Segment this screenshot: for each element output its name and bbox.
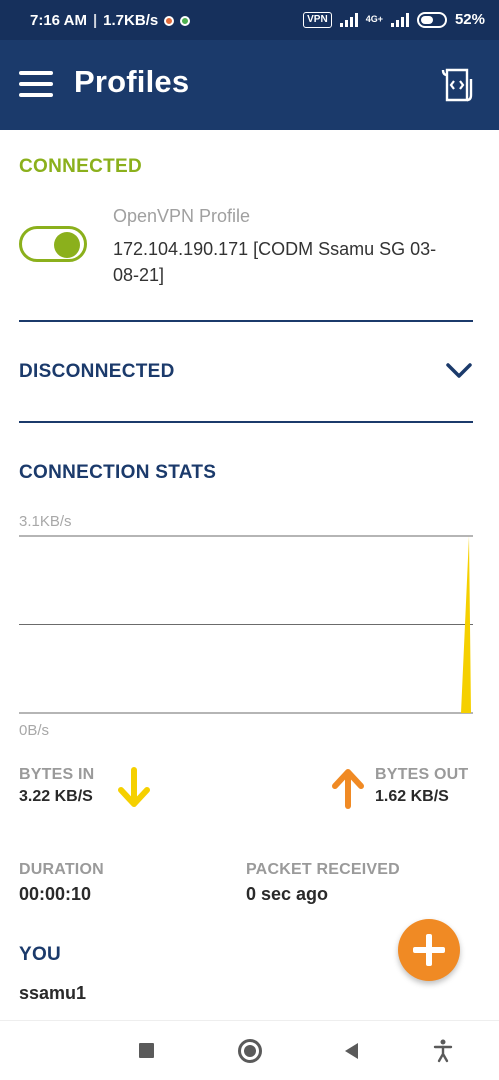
system-nav-bar (0, 1020, 499, 1080)
profile-name[interactable]: OpenVPN Profile (113, 206, 250, 227)
duration-value: 00:00:10 (19, 884, 92, 904)
status-speed: 1.7KB/s (103, 12, 159, 29)
battery-percent: 52% (454, 11, 485, 28)
notification-icon (164, 15, 175, 26)
vpn-badge: VPN (303, 11, 332, 28)
network-type: 4G+ (365, 14, 383, 24)
packet-received-label: PACKET RECEIVED (246, 861, 400, 878)
back-icon[interactable] (343, 1042, 359, 1060)
traffic-chart (19, 535, 473, 714)
bytes-out-value: 1.62 KB/S (375, 788, 449, 805)
add-profile-button[interactable] (398, 919, 460, 981)
status-right: VPN 4G+ 52% (303, 11, 485, 28)
status-time: 7:16 AM (30, 12, 87, 29)
connection-stats-header: CONNECTION STATS (19, 462, 217, 483)
disconnected-header[interactable]: DISCONNECTED (19, 361, 175, 383)
packet-received-value: 0 sec ago (246, 884, 329, 904)
accessibility-icon[interactable] (433, 1039, 453, 1063)
signal-icon (390, 12, 409, 27)
page-title: Profiles (74, 64, 190, 99)
profile-detail[interactable]: 172.104.190.171 [CODM Ssamu SG 03-08-21] (113, 236, 453, 288)
chevron-down-icon[interactable] (445, 361, 473, 381)
status-bar: 7:16 AM | 1.7KB/s VPN 4G+ 52% (0, 0, 499, 40)
signal-icon (339, 12, 358, 27)
duration-label: DURATION (19, 861, 104, 878)
divider (19, 320, 473, 322)
recents-icon[interactable] (139, 1043, 154, 1058)
home-icon[interactable] (238, 1039, 262, 1063)
toggle-knob (54, 232, 80, 258)
bytes-in-label: BYTES IN (19, 766, 95, 783)
hamburger-icon[interactable] (19, 71, 53, 97)
import-profile-icon[interactable] (441, 67, 473, 103)
you-label: YOU (19, 944, 62, 965)
arrow-down-icon (118, 767, 150, 807)
bytes-in-value: 3.22 KB/S (19, 788, 93, 805)
arrow-up-icon (332, 769, 364, 809)
notification-icon (180, 15, 191, 26)
status-left: 7:16 AM | 1.7KB/s (30, 12, 191, 29)
battery-icon (416, 11, 447, 28)
username-value: ssamu1 (19, 983, 87, 1003)
divider (19, 421, 473, 423)
bytes-out-label: BYTES OUT (375, 766, 469, 783)
vpn-toggle[interactable] (19, 226, 87, 262)
chart-y-min-label: 0B/s (19, 722, 50, 739)
connected-header: CONNECTED (19, 156, 143, 177)
app-bar: Profiles (0, 40, 499, 130)
